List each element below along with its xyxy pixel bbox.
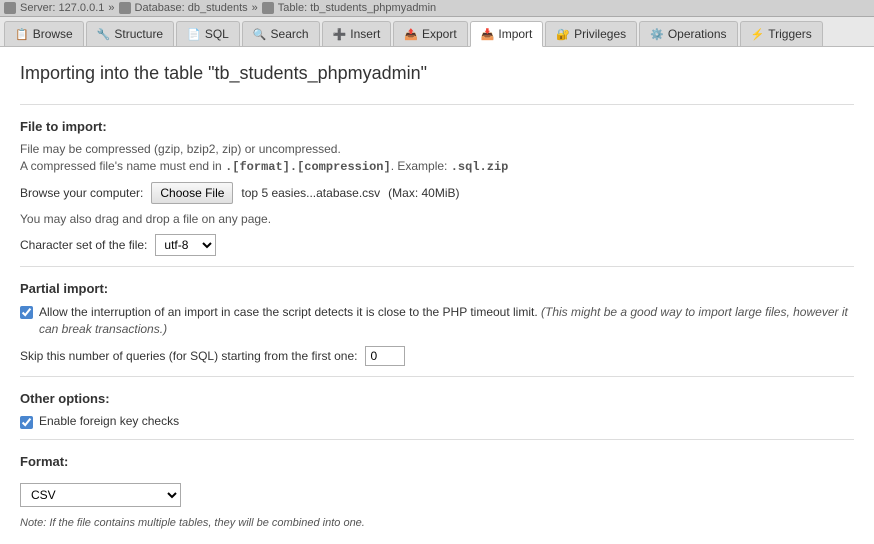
tab-privileges[interactable]: 🔐 Privileges: [545, 21, 637, 46]
table-icon: [262, 2, 274, 14]
format-example-zip: .sql.zip: [451, 160, 509, 174]
partial-import-label: Partial import:: [20, 281, 854, 296]
browse-icon: 📋: [15, 28, 29, 41]
server-icon: [4, 2, 16, 14]
partial-import-checkbox-label: Allow the interruption of an import in c…: [39, 304, 854, 338]
tab-triggers-label: Triggers: [768, 27, 812, 41]
foreign-key-checkbox[interactable]: [20, 416, 33, 429]
note-text: Note: If the file contains multiple tabl…: [20, 517, 854, 529]
database-label: Database: db_students: [135, 2, 248, 14]
triggers-icon: ⚡: [751, 28, 765, 41]
search-icon: 🔍: [253, 28, 267, 41]
tab-search-label: Search: [271, 27, 309, 41]
partial-import-checkbox[interactable]: [20, 306, 33, 319]
partial-import-text: Allow the interruption of an import in c…: [39, 305, 538, 319]
section-divider-format: [20, 439, 854, 440]
format-example: .[format].[compression]: [225, 160, 391, 174]
tab-export-label: Export: [422, 27, 457, 41]
tab-operations[interactable]: ⚙️ Operations: [639, 21, 737, 46]
other-options-section: Other options: Enable foreign key checks: [20, 391, 854, 429]
partial-import-checkbox-row: Allow the interruption of an import in c…: [20, 304, 854, 338]
tab-operations-label: Operations: [668, 27, 727, 41]
tab-import[interactable]: 📥 Import: [470, 21, 544, 47]
format-label: Format:: [20, 454, 854, 469]
tab-insert[interactable]: ➕ Insert: [322, 21, 392, 46]
file-import-section: File to import: File may be compressed (…: [20, 119, 854, 256]
foreign-key-checkbox-row: Enable foreign key checks: [20, 414, 854, 429]
partial-import-section: Partial import: Allow the interruption o…: [20, 281, 854, 366]
tab-import-label: Import: [498, 27, 532, 41]
tab-bar: 📋 Browse 🔧 Structure 📄 SQL 🔍 Search ➕ In…: [0, 17, 874, 47]
tab-structure-label: Structure: [114, 27, 163, 41]
tab-sql[interactable]: 📄 SQL: [176, 21, 240, 46]
tab-sql-label: SQL: [205, 27, 229, 41]
import-icon: 📥: [481, 28, 495, 41]
skip-label: Skip this number of queries (for SQL) st…: [20, 349, 357, 363]
tab-structure[interactable]: 🔧 Structure: [86, 21, 174, 46]
browse-label: Browse your computer:: [20, 186, 143, 200]
tab-search[interactable]: 🔍 Search: [242, 21, 320, 46]
charset-select[interactable]: utf-8 latin1 utf-16: [155, 234, 216, 256]
tab-triggers[interactable]: ⚡ Triggers: [740, 21, 823, 46]
section-divider-partial: [20, 266, 854, 267]
privileges-icon: 🔐: [556, 28, 570, 41]
skip-input[interactable]: [365, 346, 405, 366]
sql-icon: 📄: [187, 28, 201, 41]
section-divider-other: [20, 376, 854, 377]
database-icon: [119, 2, 131, 14]
structure-icon: 🔧: [97, 28, 111, 41]
file-name: top 5 easies...atabase.csv: [241, 186, 380, 200]
tab-browse[interactable]: 📋 Browse: [4, 21, 84, 46]
format-section: Format: CSV CSV using LOAD DATA JSON SQL: [20, 454, 854, 507]
breadcrumb: Server: 127.0.0.1 » Database: db_student…: [0, 0, 874, 17]
format-select[interactable]: CSV CSV using LOAD DATA JSON SQL: [20, 483, 181, 507]
file-import-label: File to import:: [20, 119, 854, 134]
max-size: (Max: 40MiB): [388, 186, 459, 200]
choose-file-button[interactable]: Choose File: [151, 182, 233, 204]
browse-row: Browse your computer: Choose File top 5 …: [20, 182, 854, 204]
page-title: Importing into the table "tb_students_ph…: [20, 63, 854, 84]
table-label: Table: tb_students_phpmyadmin: [278, 2, 436, 14]
compressed-note: File may be compressed (gzip, bzip2, zip…: [20, 142, 854, 156]
operations-icon: ⚙️: [650, 28, 664, 41]
section-divider-file: [20, 104, 854, 105]
insert-icon: ➕: [333, 28, 347, 41]
charset-row: Character set of the file: utf-8 latin1 …: [20, 234, 854, 256]
skip-row: Skip this number of queries (for SQL) st…: [20, 346, 854, 366]
tab-insert-label: Insert: [350, 27, 380, 41]
tab-privileges-label: Privileges: [574, 27, 626, 41]
export-icon: 📤: [404, 28, 418, 41]
other-options-label: Other options:: [20, 391, 854, 406]
drag-drop-text: You may also drag and drop a file on any…: [20, 212, 854, 226]
charset-label: Character set of the file:: [20, 238, 147, 252]
tab-export[interactable]: 📤 Export: [393, 21, 467, 46]
compressed-format-row: A compressed file's name must end in .[f…: [20, 159, 854, 174]
server-label: Server: 127.0.0.1: [20, 2, 104, 14]
foreign-key-label: Enable foreign key checks: [39, 414, 179, 428]
tab-browse-label: Browse: [33, 27, 73, 41]
main-content: Importing into the table "tb_students_ph…: [0, 47, 874, 544]
